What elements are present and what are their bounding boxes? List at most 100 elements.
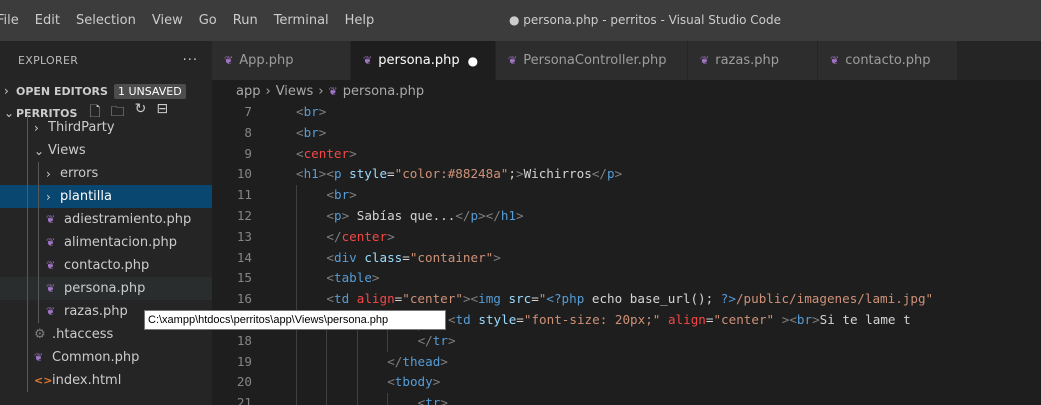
tree-item-common-php[interactable]: ❦ Common.php xyxy=(0,346,212,369)
token: >< xyxy=(462,291,479,307)
indent-guide xyxy=(296,185,297,206)
gear-icon: ⚙ xyxy=(34,327,46,342)
tree-item-label: errors xyxy=(60,166,99,181)
token: br xyxy=(303,124,319,140)
open-editors-section[interactable]: › OPEN EDITORS 1 UNSAVED xyxy=(0,80,212,102)
token: center xyxy=(303,145,350,161)
token: "container" xyxy=(409,249,494,265)
tab-label: PersonaController.php xyxy=(523,53,667,68)
menu-run[interactable]: Run xyxy=(225,13,266,28)
menu-selection[interactable]: Selection xyxy=(68,13,144,28)
token: = xyxy=(516,311,524,327)
tab-persona-php[interactable]: ❦ persona.php ● xyxy=(351,41,496,80)
menu-help[interactable]: Help xyxy=(337,13,383,28)
tree-item-views[interactable]: ⌄ Views xyxy=(0,139,212,162)
line-number: 10 xyxy=(236,166,252,182)
tree-item-contacto-php[interactable]: ❦ contacto.php xyxy=(0,254,212,277)
token: < xyxy=(326,270,334,286)
explorer-sidebar: EXPLORER ··· › OPEN EDITORS 1 UNSAVED ⌄ … xyxy=(0,41,212,405)
token: > xyxy=(371,270,380,286)
php-elephant-icon: ❦ xyxy=(508,54,518,67)
chevron-right-icon: › xyxy=(34,120,39,135)
tree-item-label: razas.php xyxy=(64,304,128,319)
menu-file[interactable]: File xyxy=(0,13,27,28)
token: > xyxy=(614,166,623,182)
line-number: 7 xyxy=(244,104,252,119)
file-tree: › ThirdParty ⌄ Views › errors › plantilla ❦ adies… xyxy=(0,116,212,392)
token: < xyxy=(326,207,334,223)
token: > xyxy=(318,124,327,140)
code-text: </thead> xyxy=(387,352,448,373)
menu-view[interactable]: View xyxy=(144,13,191,28)
tree-item-label: alimentacion.php xyxy=(64,235,177,250)
tree-item-label: ThirdParty xyxy=(48,120,115,135)
tree-item-adiestramiento-php[interactable]: ❦ adiestramiento.php xyxy=(0,208,212,231)
token: Si te lame t xyxy=(819,311,911,327)
tree-item-plantilla[interactable]: › plantilla xyxy=(0,185,212,208)
token: > xyxy=(493,249,501,265)
code-text: </center> xyxy=(326,227,394,248)
token: > xyxy=(318,104,327,119)
tree-item-index-html[interactable]: <> index.html xyxy=(0,369,212,392)
token: >< xyxy=(781,311,797,327)
token: > xyxy=(812,311,820,327)
tab-app-php[interactable]: ❦ App.php xyxy=(212,41,351,80)
token: < xyxy=(448,311,456,327)
indent-guide xyxy=(27,346,28,369)
indent-guide xyxy=(296,289,297,310)
breadcrumb-item[interactable]: app xyxy=(236,84,260,99)
tree-item-label: Common.php xyxy=(52,350,140,365)
token: ></ xyxy=(478,207,501,223)
token: = xyxy=(531,291,539,307)
more-actions-icon[interactable]: ··· xyxy=(183,53,198,68)
chevron-right-icon: › xyxy=(265,83,271,99)
line-number: 19 xyxy=(236,353,252,369)
indent-guide xyxy=(27,162,28,185)
path-tooltip: C:\xampp\htdocs\perritos\app\Views\perso… xyxy=(144,310,446,330)
code-line: 20 <tbody> xyxy=(212,372,1041,394)
code-line: 8 <br> xyxy=(212,123,1041,144)
token: p xyxy=(333,166,342,182)
tree-item-persona-php[interactable]: ❦ persona.php xyxy=(0,277,212,300)
indent-guide xyxy=(27,208,28,231)
explorer-title: EXPLORER xyxy=(18,54,79,67)
tab-contacto-php[interactable]: ❦ contacto.php xyxy=(818,41,958,80)
tab-personacontroller-php[interactable]: ❦ PersonaController.php xyxy=(496,41,688,80)
tab-razas-php[interactable]: ❦ razas.php xyxy=(688,41,818,80)
tree-item-thirdparty[interactable]: › ThirdParty xyxy=(0,116,212,139)
token: > xyxy=(432,374,441,390)
token: > xyxy=(515,166,524,182)
indent-guide xyxy=(38,185,39,208)
token: h1 xyxy=(303,166,319,182)
tree-item-errors[interactable]: › errors xyxy=(0,162,212,185)
breadcrumb-item[interactable]: persona.php xyxy=(343,84,424,99)
menu-terminal[interactable]: Terminal xyxy=(266,13,337,28)
token: </ xyxy=(387,353,403,369)
code-line: 16 <td align="center"><img src="<?php ech… xyxy=(212,289,1041,310)
menu-go[interactable]: Go xyxy=(191,13,225,28)
tree-item-label: adiestramiento.php xyxy=(64,212,192,227)
chevron-down-icon: ⌄ xyxy=(34,143,45,158)
token: >< xyxy=(318,166,334,182)
indent-guide xyxy=(326,372,328,394)
unsaved-dot-icon[interactable]: ● xyxy=(468,54,478,68)
php-elephant-icon: ❦ xyxy=(46,305,56,318)
menu-edit[interactable]: Edit xyxy=(27,13,68,28)
line-number: 14 xyxy=(236,249,252,265)
code-text: <h1><p style="color:#88248a";>Wichirros<… xyxy=(296,164,622,185)
breadcrumb-item[interactable]: Views xyxy=(276,84,314,99)
indent-guide xyxy=(356,351,358,373)
code-text: </tr> xyxy=(418,331,456,352)
open-editors-label: OPEN EDITORS xyxy=(16,84,108,98)
code-line: 13 </center> xyxy=(212,226,1041,248)
tree-item-label: Views xyxy=(48,143,86,158)
tree-item-alimentacion-php[interactable]: ❦ alimentacion.php xyxy=(0,231,212,254)
token: <?php xyxy=(546,291,585,307)
token: "color:#88248a" xyxy=(394,166,509,182)
indent-guide xyxy=(296,393,297,405)
code-editor[interactable]: 7 <br> 8 <br> 9 <center> 10 <h1><p style="color… xyxy=(212,102,1041,405)
indent-guide xyxy=(27,323,28,346)
token: tr xyxy=(425,395,441,405)
tree-item-label: persona.php xyxy=(64,281,146,296)
code-line: 9 <center> xyxy=(212,144,1041,165)
